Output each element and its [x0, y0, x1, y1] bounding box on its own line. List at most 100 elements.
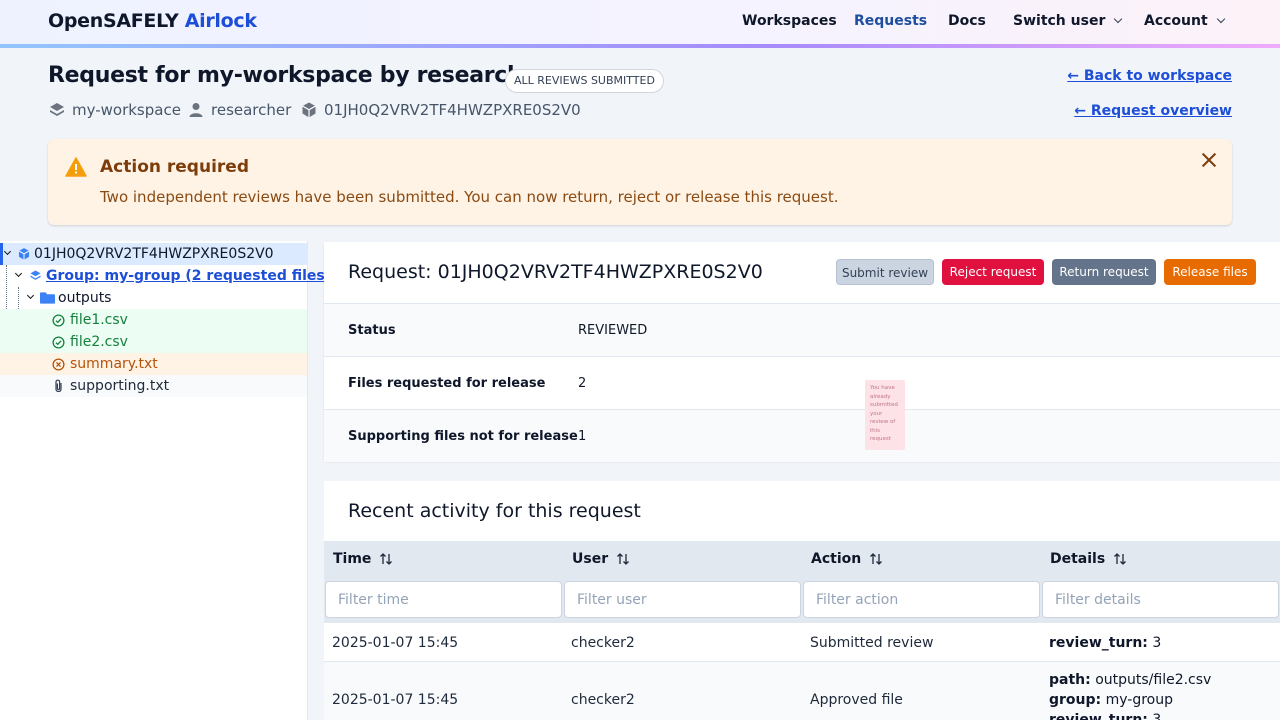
tree-file-label: summary.txt: [70, 356, 158, 372]
account-label: Account: [1144, 13, 1208, 29]
detail-value: outputs/file2.csv: [1095, 672, 1212, 688]
folder-icon: [40, 292, 55, 304]
x-circle-icon: [52, 358, 65, 371]
column-label: User: [572, 551, 609, 567]
filter-details-input[interactable]: [1042, 581, 1279, 618]
return-request-button[interactable]: Return request: [1052, 259, 1156, 285]
detail-key: path:: [1049, 672, 1091, 688]
chevron-down-icon[interactable]: [14, 269, 23, 278]
cell-time: 2025-01-07 15:45: [332, 635, 459, 651]
row-key: Status: [348, 323, 396, 338]
request-status-row: Status REVIEWED: [324, 303, 1280, 356]
column-header-action[interactable]: Action: [811, 551, 883, 567]
warning-icon: [65, 157, 87, 177]
detail-value: my-group: [1105, 692, 1173, 708]
cube-icon: [18, 248, 30, 260]
recent-activity-panel: Recent activity for this request Time Us…: [324, 481, 1280, 720]
column-header-time[interactable]: Time: [333, 551, 393, 567]
row-key: Files requested for release: [348, 376, 546, 391]
filter-action-input[interactable]: [803, 581, 1040, 618]
sort-icon[interactable]: [379, 552, 393, 566]
detail-value: 3: [1152, 712, 1162, 720]
nav-switch-user[interactable]: Switch user: [1013, 13, 1123, 29]
close-icon[interactable]: [1198, 149, 1220, 171]
detail-key: group:: [1049, 692, 1102, 708]
cell-action: Submitted review: [810, 635, 934, 651]
meta-user: researcher: [187, 101, 291, 119]
top-nav-bar: OpenSAFELY Airlock Workspaces Requests D…: [0, 0, 1280, 44]
check-circle-icon: [52, 314, 65, 327]
nav-workspaces[interactable]: Workspaces: [742, 13, 837, 29]
tree-root-label: 01JH0Q2VRV2TF4HWZPXRE0S2V0: [34, 246, 274, 262]
cell-details: path: outputs/file2.csv group: my-group …: [1049, 670, 1211, 720]
cell-user: checker2: [571, 635, 635, 651]
row-key: Supporting files not for release: [348, 429, 578, 444]
filter-user-input[interactable]: [564, 581, 801, 618]
paperclip-icon: [55, 379, 62, 393]
release-files-button[interactable]: Release files: [1164, 259, 1256, 285]
activity-table-header: Time User Action Details: [324, 541, 1280, 623]
switch-user-label: Switch user: [1013, 13, 1106, 29]
tree-file-approved[interactable]: file2.csv: [0, 331, 307, 353]
detail-key: review_turn:: [1049, 712, 1148, 720]
request-overview-link[interactable]: ← Request overview: [1074, 103, 1232, 119]
chevron-down-icon[interactable]: [26, 291, 35, 300]
sort-icon[interactable]: [869, 552, 883, 566]
cell-time: 2025-01-07 15:45: [332, 692, 459, 708]
cell-action: Approved file: [810, 692, 903, 708]
column-header-user[interactable]: User: [572, 551, 630, 567]
action-required-alert: Action required Two independent reviews …: [48, 139, 1232, 225]
chevron-down-icon: [1216, 14, 1225, 24]
brand-sub-text: Airlock: [184, 10, 257, 32]
user-icon: [189, 103, 203, 117]
sort-icon[interactable]: [616, 552, 630, 566]
sort-icon[interactable]: [1113, 552, 1127, 566]
reject-request-button[interactable]: Reject request: [942, 259, 1044, 285]
cell-details: review_turn: 3: [1049, 633, 1161, 653]
tree-file-supporting[interactable]: supporting.txt: [0, 375, 307, 397]
submit-review-button[interactable]: Submit review: [836, 259, 934, 285]
cube-icon: [302, 102, 316, 118]
detail-value: 3: [1152, 635, 1162, 651]
meta-workspace-text: my-workspace: [72, 101, 181, 119]
layers-icon: [50, 103, 64, 116]
brand-logo[interactable]: OpenSAFELY Airlock: [48, 10, 257, 32]
status-badge: ALL REVIEWS SUBMITTED: [505, 69, 664, 93]
tree-file-label: file2.csv: [70, 334, 128, 350]
column-label: Time: [333, 551, 372, 567]
row-value: 2: [578, 376, 587, 391]
tree-folder-outputs[interactable]: outputs: [0, 287, 307, 309]
tree-root-request[interactable]: 01JH0Q2VRV2TF4HWZPXRE0S2V0: [0, 243, 307, 265]
row-value: REVIEWED: [578, 323, 648, 338]
page-title: Request for my-workspace by researcher: [48, 63, 548, 88]
tree-group-item[interactable]: Group: my-group (2 requested files): [0, 265, 331, 287]
tree-file-label: supporting.txt: [70, 378, 170, 394]
tree-file-rejected[interactable]: summary.txt: [0, 353, 307, 375]
layers-icon: [30, 270, 41, 280]
back-to-workspace-link[interactable]: ← Back to workspace: [1067, 68, 1232, 84]
meta-request-id: 01JH0Q2VRV2TF4HWZPXRE0S2V0: [300, 101, 581, 119]
file-tree-sidebar: 01JH0Q2VRV2TF4HWZPXRE0S2V0 Group: my-gro…: [0, 241, 331, 720]
supporting-files-row: Supporting files not for release 1: [324, 409, 1280, 462]
nav-requests[interactable]: Requests: [854, 13, 927, 29]
meta-workspace: my-workspace: [48, 101, 181, 119]
detail-key: review_turn:: [1049, 635, 1148, 651]
alert-title: Action required: [100, 157, 249, 177]
tree-folder-label: outputs: [58, 290, 112, 306]
request-title: Request: 01JH0Q2VRV2TF4HWZPXRE0S2V0: [348, 261, 763, 283]
meta-user-text: researcher: [211, 101, 292, 119]
column-header-details[interactable]: Details: [1050, 551, 1127, 567]
submit-review-tooltip: You have already submitted your review o…: [865, 380, 905, 450]
meta-request-id-text: 01JH0Q2VRV2TF4HWZPXRE0S2V0: [324, 101, 581, 119]
cell-user: checker2: [571, 692, 635, 708]
tree-file-approved[interactable]: file1.csv: [0, 309, 307, 331]
chevron-down-icon[interactable]: [3, 247, 12, 256]
alert-body: Two independent reviews have been submit…: [100, 188, 839, 206]
filter-time-input[interactable]: [325, 581, 562, 618]
tree-file-label: file1.csv: [70, 312, 128, 328]
column-label: Details: [1050, 551, 1106, 567]
chevron-down-icon: [1114, 14, 1123, 24]
nav-docs[interactable]: Docs: [948, 13, 986, 29]
nav-account[interactable]: Account: [1144, 13, 1225, 29]
files-requested-row: Files requested for release 2: [324, 356, 1280, 409]
